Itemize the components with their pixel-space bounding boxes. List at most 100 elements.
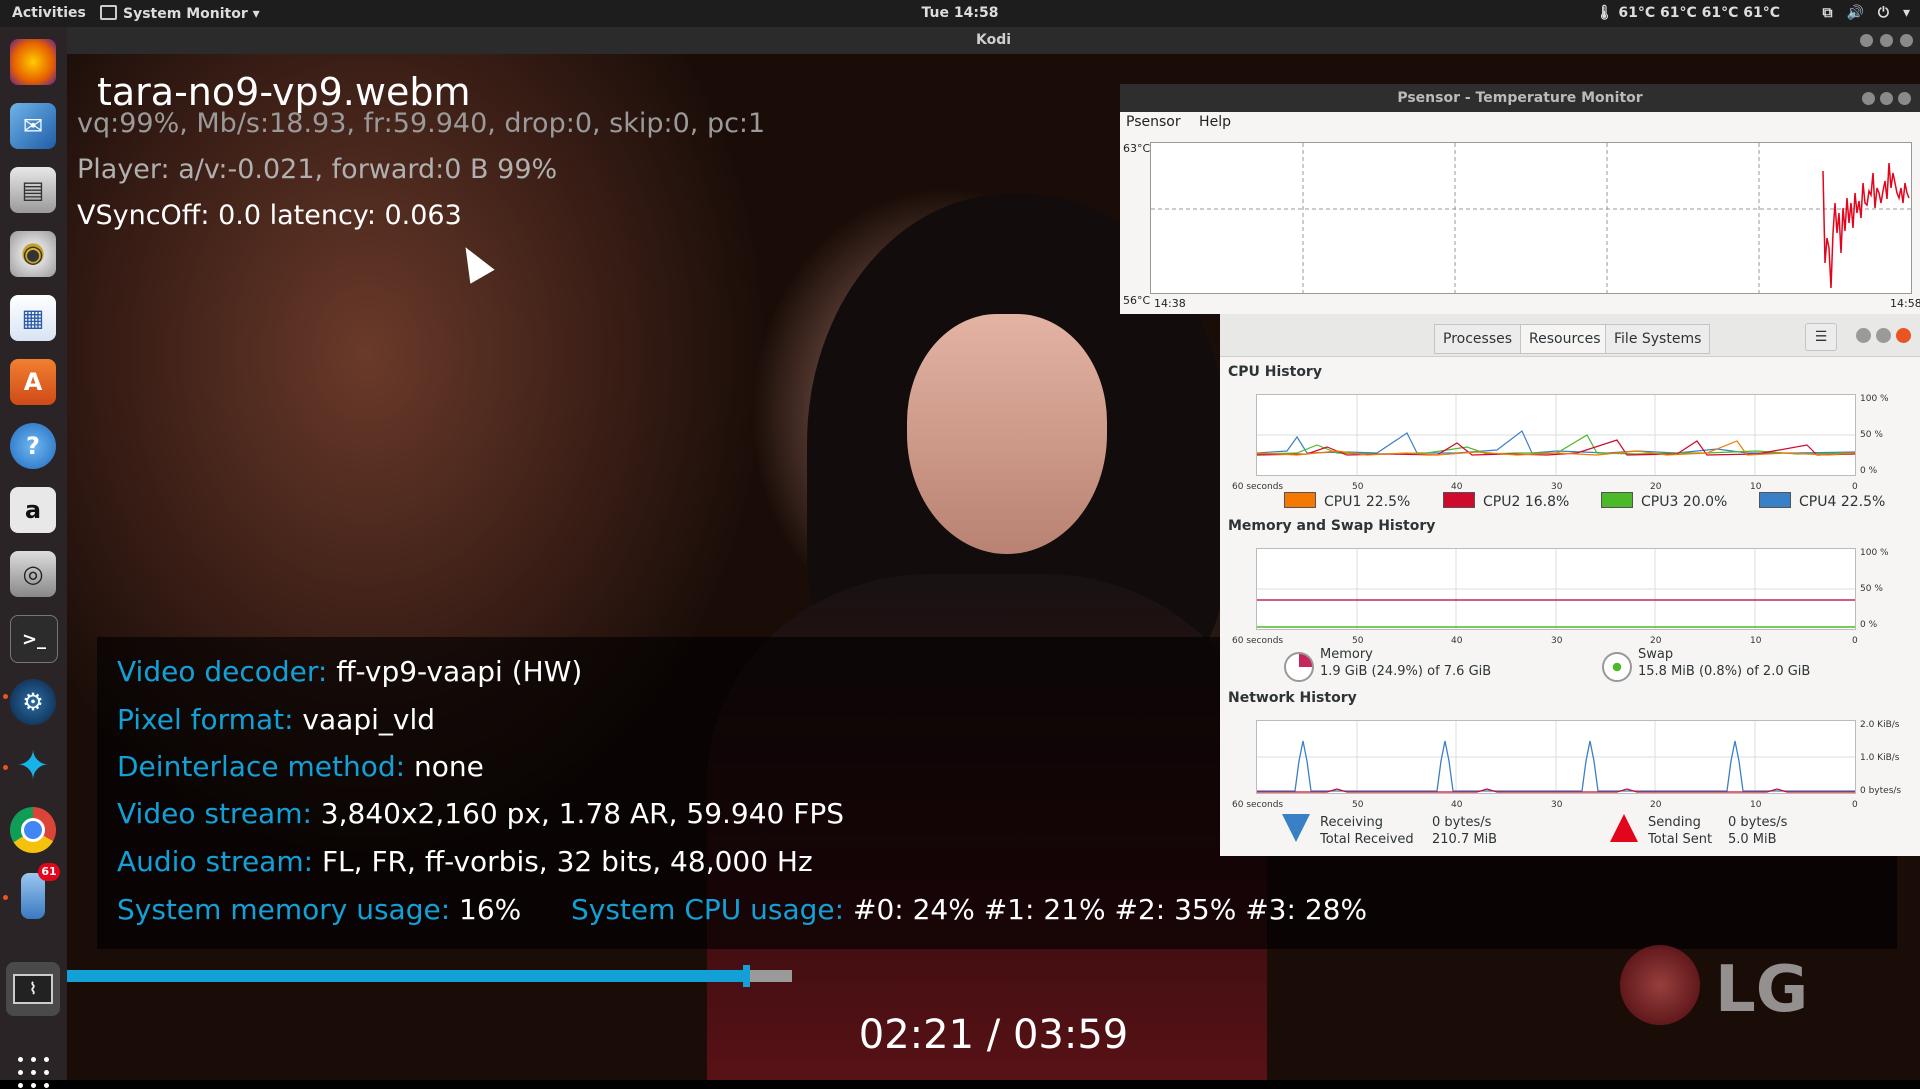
cpu2-legend[interactable]: CPU2 16.8% — [1443, 492, 1569, 510]
psensor-title: Psensor - Temperature Monitor — [1397, 90, 1643, 106]
y-tick: 100 % — [1860, 548, 1889, 558]
network-grid — [1257, 721, 1855, 793]
y-tick: 0 % — [1860, 466, 1878, 476]
terminal-icon[interactable]: >_ — [10, 615, 58, 663]
system-monitor-window[interactable]: Processes Resources File Systems ☰ CPU H… — [1220, 314, 1920, 856]
minimize-button[interactable] — [1856, 328, 1871, 343]
cpu4-name: CPU4 — [1799, 494, 1837, 510]
kodi-window-title: Kodi — [975, 32, 1012, 48]
info-value: 3,840x2,160 px, 1.78 AR, 59.940 FPS — [311, 797, 845, 830]
cpu-history-title: CPU History — [1228, 364, 1322, 380]
thunderbird-icon[interactable]: ✉ — [10, 103, 56, 149]
hamburger-menu-icon[interactable]: ☰ — [1805, 323, 1837, 351]
help-icon[interactable]: ? — [10, 423, 56, 469]
lg-logo: LG — [1620, 945, 1920, 1035]
close-button[interactable] — [1898, 92, 1911, 105]
menu-help[interactable]: Help — [1199, 114, 1231, 130]
video-subject-face — [907, 314, 1107, 554]
amazon-icon[interactable]: a — [10, 487, 56, 533]
maximize-button[interactable] — [1876, 328, 1891, 343]
device-icon[interactable] — [21, 873, 45, 919]
receiving-arrow-icon[interactable] — [1282, 814, 1310, 842]
cpu1-name: CPU1 — [1324, 494, 1362, 510]
x-tick: 10 — [1750, 800, 1762, 810]
temperature-series-line — [1822, 162, 1910, 289]
sending-arrow-icon[interactable] — [1610, 814, 1638, 842]
maximize-button[interactable] — [1880, 92, 1893, 105]
info-label: Deinterlace method: — [117, 750, 406, 783]
temperature-graph-svg — [1151, 143, 1911, 293]
x-tick: 60 seconds — [1232, 636, 1284, 646]
libreoffice-writer-icon[interactable]: ▦ — [10, 295, 56, 341]
show-applications-icon[interactable] — [18, 1057, 50, 1089]
close-button[interactable] — [1900, 34, 1913, 47]
firefox-icon[interactable] — [10, 39, 56, 85]
maximize-button[interactable] — [1880, 34, 1893, 47]
menu-psensor[interactable]: Psensor — [1126, 114, 1181, 130]
cpu1-legend[interactable]: CPU1 22.5% — [1284, 492, 1410, 510]
video-stream-row: Video stream: 3,840x2,160 px, 1.78 AR, 5… — [117, 797, 844, 830]
cpu3-name: CPU3 — [1641, 494, 1679, 510]
cpu4-swatch[interactable] — [1759, 492, 1791, 508]
x-tick: 40 — [1451, 636, 1463, 646]
memory-history-graph — [1256, 548, 1856, 630]
kodi-icon[interactable]: ✦ — [10, 743, 56, 789]
seek-bar-handle[interactable] — [743, 965, 750, 987]
x-tick: 10 — [1750, 482, 1762, 492]
audio-stream-row: Audio stream: FL, FR, ff-vorbis, 32 bits… — [117, 845, 813, 878]
network-history-svg — [1257, 721, 1855, 793]
memory-pie-icon[interactable] — [1284, 652, 1314, 682]
video-decoder-row: Video decoder: ff-vp9-vaapi (HW) — [117, 655, 582, 688]
info-label: System CPU usage: — [571, 893, 845, 926]
minimize-button[interactable] — [1862, 92, 1875, 105]
system-monitor-headerbar[interactable]: Processes Resources File Systems ☰ — [1220, 314, 1920, 357]
cpu3-swatch[interactable] — [1601, 492, 1633, 508]
cpu-history-graph — [1256, 394, 1856, 476]
y-tick: 2.0 KiB/s — [1860, 720, 1900, 730]
deinterlace-row: Deinterlace method: none — [117, 750, 484, 783]
dock: ✉ ▤ ◉ ▦ A ? a ◎ >_ ⚙ ✦ 61 ⌇ — [0, 27, 67, 1088]
x-tick: 60 seconds — [1232, 482, 1284, 492]
software-center-icon[interactable]: A — [10, 359, 56, 405]
cpu1-swatch[interactable] — [1284, 492, 1316, 508]
system-tray[interactable]: ⧉ 🔊 ⏻ ▾ — [1808, 5, 1910, 21]
sending-value: 0 bytes/s — [1728, 815, 1788, 830]
system-monitor-icon[interactable]: ⌇ — [6, 962, 60, 1016]
receiving-value: 0 bytes/s — [1432, 815, 1492, 830]
swap-label: Swap — [1638, 647, 1674, 662]
chrome-icon[interactable] — [10, 807, 56, 853]
x-tick: 20 — [1650, 636, 1662, 646]
temperature-indicator[interactable]: 🌡 61°C 61°C 61°C 61°C — [1596, 5, 1780, 21]
files-icon[interactable]: ▤ — [10, 167, 56, 213]
tab-processes[interactable]: Processes — [1434, 324, 1522, 354]
psensor-titlebar[interactable]: Psensor - Temperature Monitor — [1120, 84, 1920, 112]
cpu2-swatch[interactable] — [1443, 492, 1475, 508]
info-label: Audio stream: — [117, 845, 314, 878]
network-history-graph — [1256, 720, 1856, 794]
info-value: FL, FR, ff-vorbis, 32 bits, 48,000 Hz — [313, 845, 813, 878]
pixel-format-row: Pixel format: vaapi_vld — [117, 703, 435, 736]
rhythmbox-icon[interactable]: ◉ — [10, 231, 56, 277]
close-button[interactable] — [1896, 328, 1911, 343]
tab-file-systems[interactable]: File Systems — [1605, 324, 1711, 354]
cpu3-legend[interactable]: CPU3 20.0% — [1601, 492, 1727, 510]
psensor-window[interactable]: Psensor - Temperature Monitor Psensor He… — [1120, 84, 1920, 314]
swap-pie-icon[interactable] — [1602, 652, 1632, 682]
info-value: none — [405, 750, 484, 783]
cpu2-value: 16.8% — [1524, 494, 1570, 510]
x-tick: 60 seconds — [1232, 800, 1284, 810]
kodi-titlebar[interactable]: Kodi — [67, 27, 1920, 54]
x-tick: 30 — [1551, 636, 1563, 646]
camera-icon[interactable]: ◎ — [10, 551, 56, 597]
total-sent-value: 5.0 MiB — [1728, 832, 1777, 847]
tab-resources[interactable]: Resources — [1520, 324, 1610, 354]
video-quality-stats: vq:99%, Mb/s:18.93, fr:59.940, drop:0, s… — [77, 108, 766, 139]
x-tick: 0 — [1852, 800, 1858, 810]
x-tick: 10 — [1750, 636, 1762, 646]
cpu4-legend[interactable]: CPU4 22.5% — [1759, 492, 1885, 510]
lg-logo-mark — [1620, 945, 1700, 1025]
sending-label: Sending — [1648, 815, 1701, 830]
memory-detail: 1.9 GiB (24.9%) of 7.6 GiB — [1320, 664, 1492, 679]
steam-icon[interactable]: ⚙ — [10, 679, 56, 725]
minimize-button[interactable] — [1860, 34, 1873, 47]
